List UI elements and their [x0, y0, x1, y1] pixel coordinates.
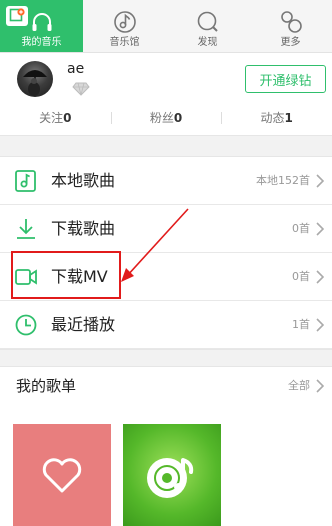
list-item-count: 0首 — [292, 270, 310, 283]
chevron-right-icon — [316, 270, 324, 284]
tab-more[interactable]: 更多 — [249, 0, 332, 52]
music-disc-icon — [147, 458, 194, 498]
stat-value: 0 — [173, 111, 183, 125]
stat-activity[interactable]: 动态1 — [221, 108, 332, 128]
clock-icon — [15, 314, 37, 336]
list-item-title: 最近播放 — [51, 315, 116, 334]
list-item-local-songs[interactable]: 本地歌曲 本地152首 — [0, 157, 332, 205]
tab-music-hall[interactable]: 音乐馆 — [83, 0, 166, 52]
view-all-link[interactable]: 全部 — [288, 367, 310, 405]
tab-discover[interactable]: 发现 — [166, 0, 249, 52]
stat-label: 关注 — [39, 111, 64, 125]
local-music-icon — [15, 170, 36, 192]
stat-value: 0 — [63, 111, 72, 125]
list-item-title: 下载歌曲 — [51, 219, 116, 238]
stat-label: 粉丝 — [149, 111, 174, 125]
avatar[interactable] — [17, 61, 53, 97]
top-nav: 我的音乐 音乐馆 发现 更多 — [0, 0, 332, 53]
annotation-highlight-box — [11, 251, 121, 299]
tab-my-music[interactable]: 我的音乐 — [0, 0, 83, 52]
diamond-icon[interactable] — [72, 82, 90, 96]
download-icon — [17, 219, 35, 239]
section-divider — [0, 349, 332, 367]
tab-label: 我的音乐 — [21, 37, 62, 48]
username: ae — [67, 61, 85, 77]
tab-label: 音乐馆 — [109, 37, 140, 48]
playlist-tile-favorites[interactable] — [13, 424, 111, 526]
stat-following[interactable]: 关注0 — [0, 108, 111, 128]
list-item-title: 本地歌曲 — [51, 171, 116, 190]
stat-followers[interactable]: 粉丝0 — [110, 108, 222, 128]
more-circles-icon — [280, 11, 302, 33]
list-item-count: 1首 — [292, 318, 310, 331]
list-item-count: 本地152首 — [256, 174, 310, 187]
profile-stats: 关注0 粉丝0 动态1 — [0, 108, 332, 128]
add-plus-icon[interactable] — [6, 6, 28, 26]
headphones-icon — [32, 13, 51, 31]
section-title: 我的歌单 — [16, 377, 77, 395]
music-note-circle-icon — [113, 11, 136, 33]
annotation-arrow-icon — [121, 208, 189, 282]
search-icon — [197, 11, 218, 32]
chevron-right-icon — [316, 379, 324, 393]
chevron-right-icon — [316, 318, 324, 332]
stat-label: 动态 — [260, 111, 285, 125]
section-divider — [0, 135, 332, 157]
playlist-tile-default[interactable] — [123, 424, 221, 526]
tab-label: 发现 — [197, 37, 218, 48]
chevron-right-icon — [316, 222, 324, 236]
list-item-recent-plays[interactable]: 最近播放 1首 — [0, 301, 332, 349]
chevron-right-icon — [316, 174, 324, 188]
stat-value: 1 — [284, 111, 293, 125]
heart-icon — [42, 458, 82, 493]
my-playlists-header[interactable]: 我的歌单 全部 — [0, 367, 332, 405]
tab-label: 更多 — [280, 37, 301, 48]
open-vip-button[interactable]: 开通绿钻 — [245, 65, 326, 93]
profile-card: ae 开通绿钻 关注0 粉丝0 动态1 — [0, 53, 332, 135]
list-item-count: 0首 — [292, 222, 310, 235]
